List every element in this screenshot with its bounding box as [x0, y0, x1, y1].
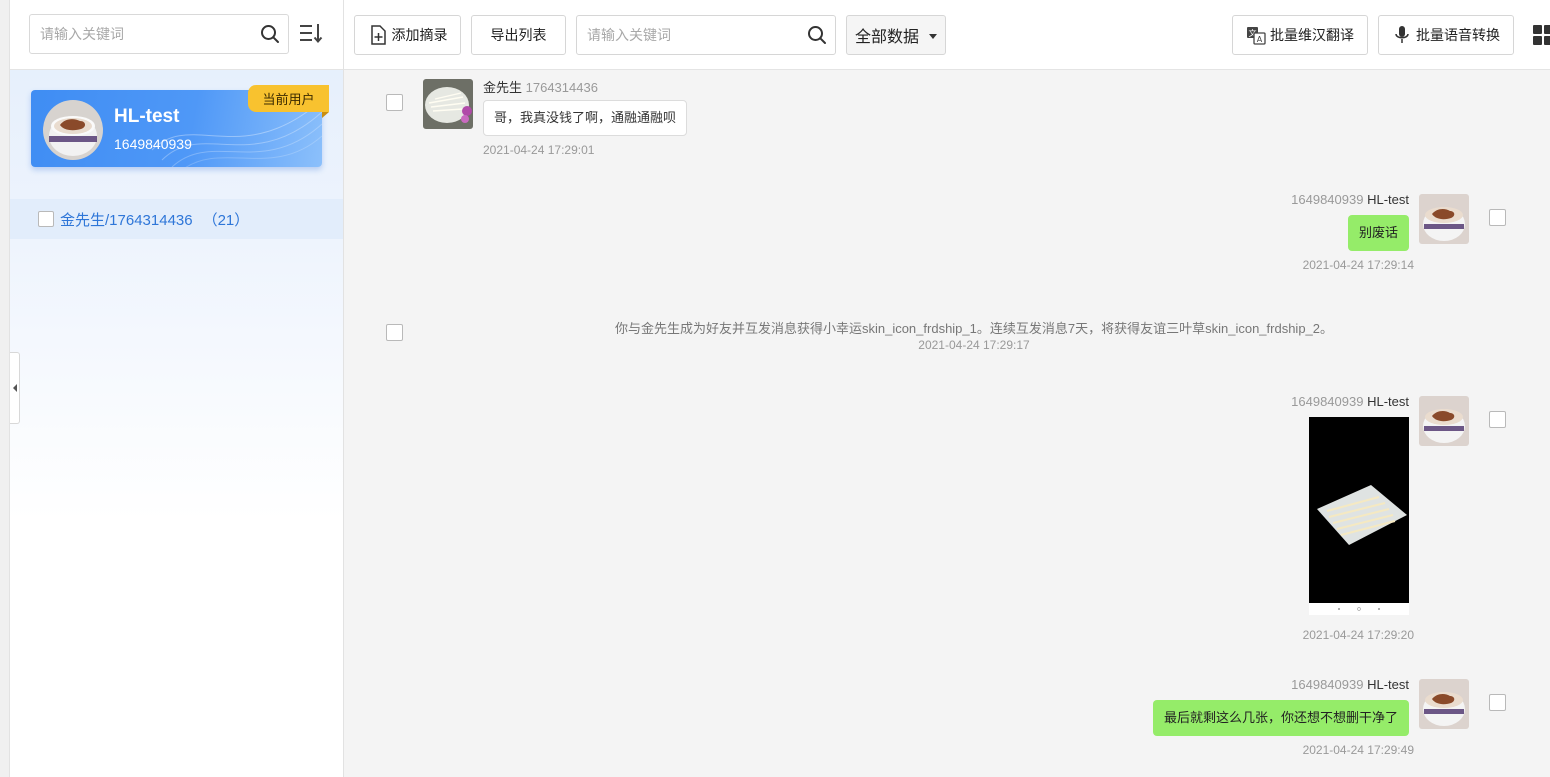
sender-meta: 1649840939 HL-test [1291, 192, 1409, 207]
data-filter-select[interactable]: 全部数据 [846, 15, 946, 55]
image-thumbnail [1309, 417, 1409, 615]
sender-meta: 金先生 1764314436 [483, 77, 598, 96]
search-icon[interactable] [807, 25, 827, 45]
message-search [576, 15, 836, 55]
sender-meta: 1649840939 HL-test [1291, 677, 1409, 692]
sidebar-search-input[interactable] [30, 15, 245, 53]
message-checkbox[interactable] [1489, 411, 1506, 428]
message-time: 2021-04-24 17:29:49 [1302, 743, 1414, 757]
message-bubble: 最后就剩这么几张，你还想不想删干净了 [1152, 700, 1409, 736]
sender-id: 1764314436 [525, 80, 598, 95]
add-file-icon [370, 25, 386, 45]
collapse-arrow-icon [12, 384, 17, 392]
contact-checkbox[interactable] [38, 211, 54, 227]
contact-sidebar: HL-test 1649840939 当前用户 金先生/1764314436 （… [10, 0, 344, 777]
system-message-text: 你与金先生成为好友并互发消息获得小幸运skin_icon_frdship_1。连… [614, 321, 1334, 336]
translate-icon: 文A [1247, 27, 1266, 45]
sender-name: HL-test [1367, 192, 1409, 207]
message-checkbox[interactable] [1489, 209, 1506, 226]
sender-name: HL-test [1367, 677, 1409, 692]
message-time: 2021-04-24 17:29:20 [1302, 628, 1414, 642]
dropdown-caret-icon [929, 34, 937, 39]
grid-view-icon[interactable] [1533, 25, 1550, 45]
contact-item[interactable]: 金先生/1764314436 （21） [10, 199, 343, 239]
toolbar: 添加摘录 导出列表 全部数据 文A 批量维汉翻译 批量语音转换 [344, 0, 1550, 70]
microphone-icon [1395, 26, 1409, 43]
sender-id: 1649840939 [1291, 192, 1364, 207]
sort-icon[interactable] [299, 21, 323, 45]
batch-voice-label: 批量语音转换 [1416, 27, 1500, 43]
sender-id: 1649840939 [1291, 394, 1364, 409]
message-time: 2021-04-24 17:29:14 [1302, 258, 1414, 272]
sidebar-search [29, 14, 289, 54]
message-time: 2021-04-24 17:29:17 [918, 338, 1030, 352]
export-list-button[interactable]: 导出列表 [471, 15, 566, 55]
batch-voice-button[interactable]: 批量语音转换 [1378, 15, 1514, 55]
contact-label[interactable]: 金先生/1764314436 [60, 209, 193, 230]
user-avatar [1419, 194, 1469, 244]
contact-message-count: （21） [202, 211, 250, 229]
add-excerpt-button[interactable]: 添加摘录 [354, 15, 461, 55]
badge-fold-decoration [322, 112, 329, 118]
message-bubble: 别废话 [1347, 215, 1409, 251]
image-message[interactable] [1309, 417, 1409, 615]
message-time: 2021-04-24 17:29:01 [483, 143, 595, 157]
current-user-avatar [43, 100, 103, 160]
add-excerpt-label: 添加摘录 [391, 27, 448, 43]
current-user-badge: 当前用户 [248, 85, 329, 112]
message-checkbox[interactable] [1489, 694, 1506, 711]
data-filter-value: 全部数据 [855, 29, 920, 46]
export-list-label: 导出列表 [490, 27, 547, 43]
chat-main: 添加摘录 导出列表 全部数据 文A 批量维汉翻译 批量语音转换 金先生 1764… [344, 0, 1550, 777]
message-checkbox[interactable] [386, 94, 403, 111]
sender-avatar [423, 79, 473, 129]
collapse-sidebar-handle[interactable] [10, 352, 20, 424]
sender-meta: 1649840939 HL-test [1291, 394, 1409, 409]
message-bubble: 哥，我真没钱了啊，通融通融呗 [483, 100, 688, 136]
sender-name: HL-test [1367, 394, 1409, 409]
search-icon[interactable] [260, 24, 280, 44]
batch-translate-label: 批量维汉翻译 [1270, 27, 1354, 43]
sidebar-header [10, 0, 343, 70]
left-rail [0, 0, 10, 777]
message-search-input[interactable] [577, 16, 797, 54]
user-avatar [1419, 679, 1469, 729]
current-user-name: HL-test [114, 106, 180, 127]
sender-name: 金先生 [483, 80, 523, 95]
user-avatar [1419, 396, 1469, 446]
batch-translate-button[interactable]: 文A 批量维汉翻译 [1232, 15, 1368, 55]
current-user-id: 1649840939 [114, 136, 192, 152]
svg-text:A: A [1257, 35, 1263, 44]
sender-id: 1649840939 [1291, 677, 1364, 692]
